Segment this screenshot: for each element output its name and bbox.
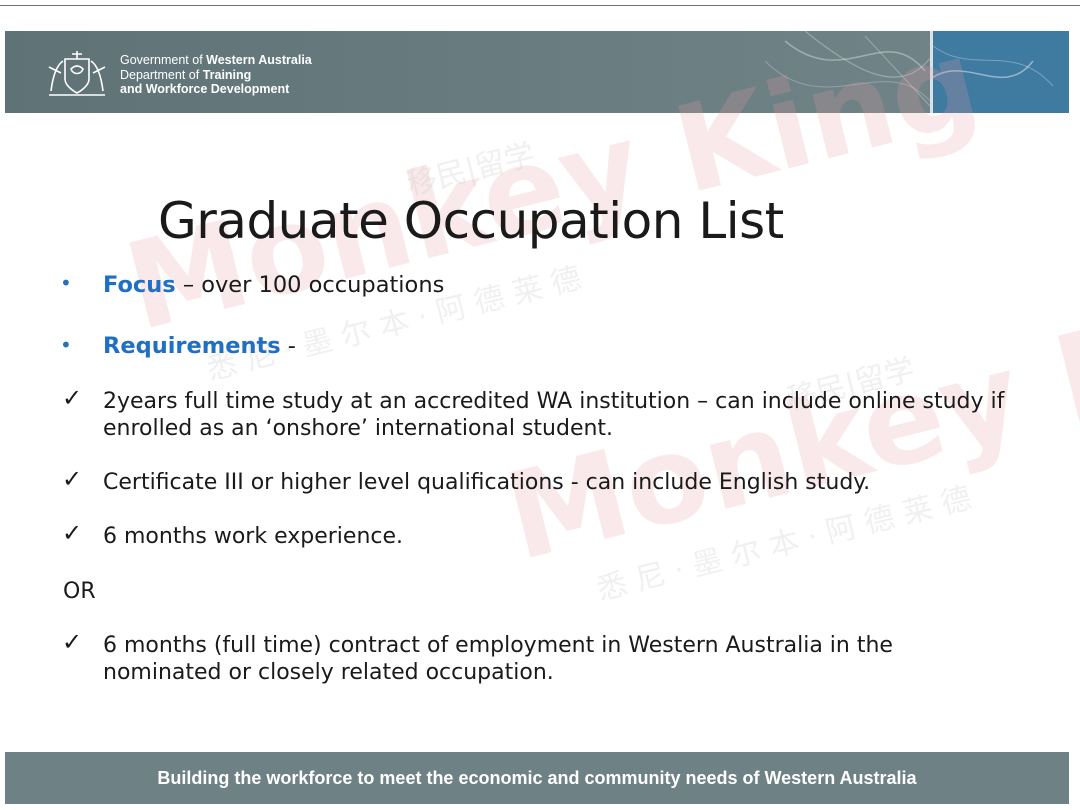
check-icon: ✓ [62,384,83,412]
footer-tagline: Building the workforce to meet the econo… [157,768,917,788]
requirement-line: nominated or closely related occupation. [103,660,554,685]
requirement-line: enrolled as an ‘onshore’ international s… [103,416,614,441]
requirement-line: Certificate III or higher level qualific… [103,470,871,495]
check-icon: ✓ [62,465,83,493]
or-label: OR [63,579,96,604]
check-icon: ✓ [62,519,83,547]
bullet-dot: • [60,271,72,295]
bullet-dot: • [60,333,72,357]
requirement-line: 6 months work experience. [103,524,404,549]
requirement-line: 2years full time study at an accredited … [103,389,1005,414]
requirement-line: 6 months (full time) contract of employm… [103,633,893,658]
requirements-item: Requirements - [103,333,296,359]
focus-item: Focus – over 100 occupations [103,272,445,298]
slide-content: • Focus – over 100 occupations • Require… [0,0,1080,810]
footer-band: Building the workforce to meet the econo… [5,752,1069,804]
check-icon: ✓ [62,628,83,656]
